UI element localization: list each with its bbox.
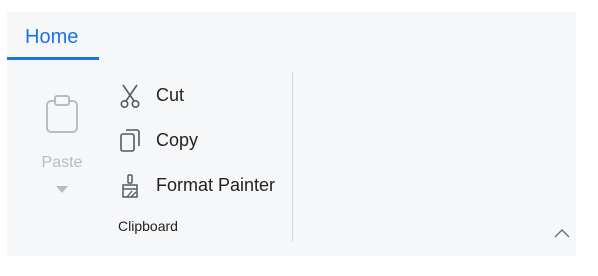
clipboard-group-label: Clipboard <box>118 218 178 234</box>
group-divider <box>292 72 293 242</box>
collapse-ribbon-button[interactable] <box>552 226 572 246</box>
cut-button[interactable]: Cut <box>115 78 285 112</box>
copy-icon <box>119 129 141 152</box>
chevron-up-icon <box>552 227 572 244</box>
paste-label: Paste <box>41 154 83 171</box>
caret-down-icon[interactable] <box>55 182 69 200</box>
format-painter-label: Format Painter <box>156 175 276 195</box>
clipboard-icon <box>45 94 79 139</box>
copy-label: Copy <box>156 130 199 150</box>
copy-button[interactable]: Copy <box>115 123 285 157</box>
tab-active-indicator <box>7 57 99 60</box>
scissors-icon <box>119 84 141 108</box>
ribbon-tab-bar: Home <box>7 12 576 60</box>
tab-home[interactable]: Home <box>7 12 99 60</box>
paintbrush-icon <box>119 174 141 198</box>
paste-button[interactable]: Paste <box>35 90 89 200</box>
cut-label: Cut <box>156 85 185 105</box>
ribbon: Home Paste Cut Copy Format Painter Clipb… <box>7 12 576 256</box>
format-painter-button[interactable]: Format Painter <box>115 168 285 202</box>
tab-home-label: Home <box>25 26 79 48</box>
